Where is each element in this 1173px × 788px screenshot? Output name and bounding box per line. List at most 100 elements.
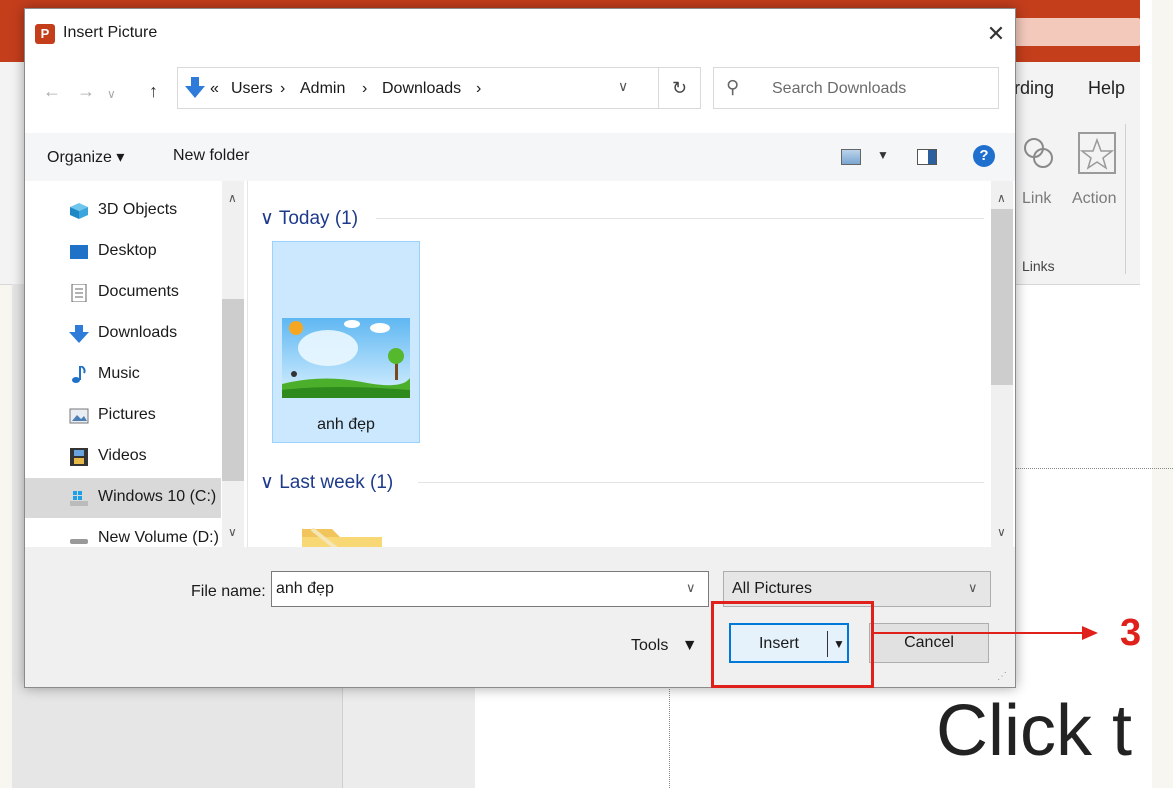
- change-view-icon[interactable]: [841, 149, 861, 165]
- file-type-value: All Pictures: [732, 580, 813, 597]
- annotation-arrowhead: [1082, 626, 1098, 640]
- search-placeholder: Search Downloads: [772, 80, 907, 97]
- group-divider: [376, 218, 984, 219]
- sidebar-item-documents[interactable]: Documents: [25, 273, 221, 313]
- group-header-label: Today (1): [278, 208, 359, 229]
- download-arrow-icon: [185, 77, 205, 98]
- action-icon[interactable]: [1076, 130, 1118, 176]
- action-label: Action: [1072, 190, 1117, 207]
- dialog-toolbar: Organize ▾ New folder ▼ ?: [25, 133, 1015, 181]
- organize-button[interactable]: Organize ▾: [47, 147, 124, 167]
- pictures-icon: [69, 408, 89, 424]
- breadcrumb-downloads[interactable]: Downloads: [382, 80, 461, 98]
- step-number: 3: [1120, 612, 1142, 654]
- file-name-label: File name:: [191, 583, 266, 600]
- sidebar-item-label: Pictures: [98, 406, 156, 423]
- sidebar-item-music[interactable]: Music: [25, 355, 221, 395]
- sidebar-item-label: Music: [98, 365, 140, 382]
- insert-picture-dialog: P Insert Picture ✕ ← → ∨ ↑ « Users › Adm…: [24, 8, 1016, 688]
- film-icon: [70, 448, 88, 466]
- resize-grip-icon[interactable]: ⋰: [997, 671, 1007, 682]
- chevron-down-icon[interactable]: ∨: [686, 580, 696, 596]
- breadcrumb-users[interactable]: Users: [231, 80, 273, 98]
- address-dropdown-chevron-icon[interactable]: ∨: [618, 78, 628, 95]
- scrollbar-thumb[interactable]: [991, 209, 1013, 385]
- sidebar-item-3d-objects[interactable]: 3D Objects: [25, 191, 221, 231]
- cancel-button[interactable]: Cancel: [869, 623, 989, 663]
- chevron-down-icon[interactable]: ∨: [968, 580, 978, 596]
- preview-pane-icon[interactable]: [917, 149, 937, 165]
- tools-label: Tools: [631, 637, 669, 654]
- breadcrumb-separator[interactable]: ›: [280, 80, 285, 98]
- sidebar-item-pictures[interactable]: Pictures: [25, 396, 221, 436]
- up-arrow-icon[interactable]: ↑: [149, 81, 158, 102]
- scroll-down-icon[interactable]: ∨: [228, 525, 237, 539]
- file-list: ∨ Today (1) anh đẹp ∨ Last week (1): [247, 181, 992, 547]
- breadcrumb-separator[interactable]: ›: [362, 80, 367, 98]
- windows-drive-icon: [70, 491, 88, 506]
- ribbon-separator: [1125, 124, 1126, 274]
- search-input[interactable]: ⚲ Search Downloads: [713, 67, 999, 109]
- slide-title-placeholder[interactable]: Click t: [936, 690, 1132, 772]
- file-list-scrollbar[interactable]: ∧ ∨: [991, 181, 1013, 547]
- link-label: Link: [1022, 190, 1052, 207]
- tools-button[interactable]: Tools ▼: [631, 637, 698, 655]
- powerpoint-logo-icon: P: [35, 24, 55, 44]
- sidebar-item-label: Windows 10 (C:): [98, 488, 217, 505]
- sidebar-item-windows-c[interactable]: Windows 10 (C:): [25, 478, 221, 518]
- link-icon[interactable]: [1020, 130, 1056, 176]
- drive-icon: [70, 539, 88, 544]
- file-tile-anh-dep[interactable]: anh đẹp: [272, 241, 420, 443]
- sidebar-item-label: Downloads: [98, 324, 178, 341]
- tab-recording[interactable]: rding: [1014, 78, 1054, 99]
- file-name-label: anh đẹp: [317, 416, 375, 433]
- forward-arrow-icon[interactable]: →: [77, 81, 95, 102]
- sidebar-item-new-volume-d[interactable]: New Volume (D:): [25, 519, 221, 547]
- group-header-today[interactable]: ∨ Today (1): [260, 207, 358, 230]
- sidebar-item-label: New Volume (D:): [98, 529, 219, 546]
- placeholder-border-top: [1016, 468, 1173, 469]
- music-note-icon: [72, 366, 86, 383]
- sidebar-item-label: Documents: [98, 283, 179, 300]
- dialog-titlebar: P Insert Picture ✕: [25, 9, 1015, 61]
- view-dropdown-icon[interactable]: ▼: [877, 148, 889, 162]
- group-header-label: Last week (1): [279, 472, 394, 493]
- tab-help[interactable]: Help: [1088, 78, 1125, 99]
- links-group-label: Links: [1022, 258, 1055, 274]
- download-arrow-icon: [69, 325, 89, 343]
- sidebar-item-downloads[interactable]: Downloads: [25, 314, 221, 354]
- group-divider: [418, 482, 984, 483]
- navigation-pane: 3D Objects Desktop Documents Downloads M…: [25, 181, 245, 547]
- scroll-up-icon[interactable]: ∧: [997, 191, 1006, 205]
- dialog-title: Insert Picture: [63, 24, 158, 41]
- folder-icon[interactable]: [302, 527, 382, 547]
- document-icon: [71, 284, 87, 302]
- scrollbar-thumb[interactable]: [222, 299, 244, 481]
- new-folder-button[interactable]: New folder: [173, 147, 249, 165]
- file-name-input[interactable]: anh đẹp ∨: [271, 571, 709, 607]
- recent-locations-chevron-icon[interactable]: ∨: [107, 87, 116, 101]
- group-header-last-week[interactable]: ∨ Last week (1): [260, 471, 393, 494]
- refresh-icon[interactable]: ↻: [659, 67, 701, 109]
- search-icon: ⚲: [726, 77, 740, 97]
- file-name-value: anh đẹp: [276, 580, 334, 597]
- breadcrumb-overflow[interactable]: «: [210, 80, 219, 98]
- back-arrow-icon[interactable]: ←: [43, 81, 61, 102]
- scroll-up-icon[interactable]: ∧: [228, 191, 237, 205]
- sidebar-item-label: 3D Objects: [98, 201, 178, 218]
- breadcrumb-admin[interactable]: Admin: [300, 80, 345, 98]
- scroll-down-icon[interactable]: ∨: [997, 525, 1006, 539]
- close-icon[interactable]: ✕: [979, 17, 1013, 51]
- sidebar-item-videos[interactable]: Videos: [25, 437, 221, 477]
- sidebar-item-label: Videos: [98, 447, 147, 464]
- annotation-arrow: [874, 632, 1084, 634]
- help-icon[interactable]: ?: [973, 145, 995, 167]
- address-bar[interactable]: « Users › Admin › Downloads › ∨: [177, 67, 659, 109]
- desktop-icon: [70, 245, 88, 259]
- highlight-box: [711, 601, 874, 688]
- sidebar-item-label: Desktop: [98, 242, 157, 259]
- breadcrumb-separator[interactable]: ›: [476, 80, 481, 98]
- image-thumbnail: [282, 318, 410, 398]
- navigation-scrollbar[interactable]: ∧ ∨: [222, 181, 244, 547]
- sidebar-item-desktop[interactable]: Desktop: [25, 232, 221, 272]
